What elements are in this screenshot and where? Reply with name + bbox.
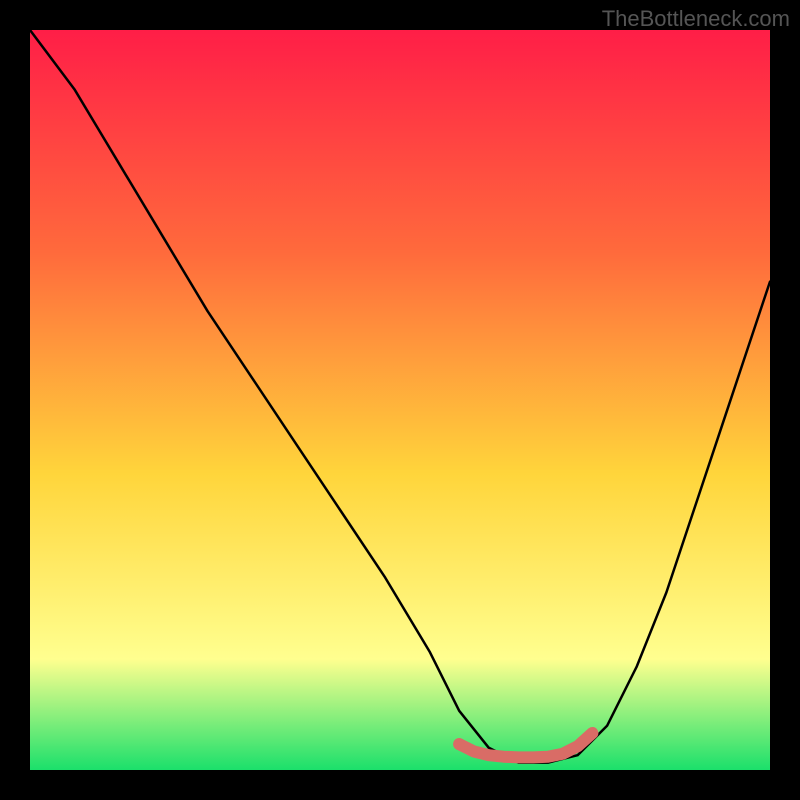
- sweet-spot-dot: [453, 738, 465, 750]
- chart-svg: [30, 30, 770, 770]
- watermark-text: TheBottleneck.com: [602, 6, 790, 32]
- gradient-background: [30, 30, 770, 770]
- plot-area: [30, 30, 770, 770]
- chart-frame: TheBottleneck.com: [0, 0, 800, 800]
